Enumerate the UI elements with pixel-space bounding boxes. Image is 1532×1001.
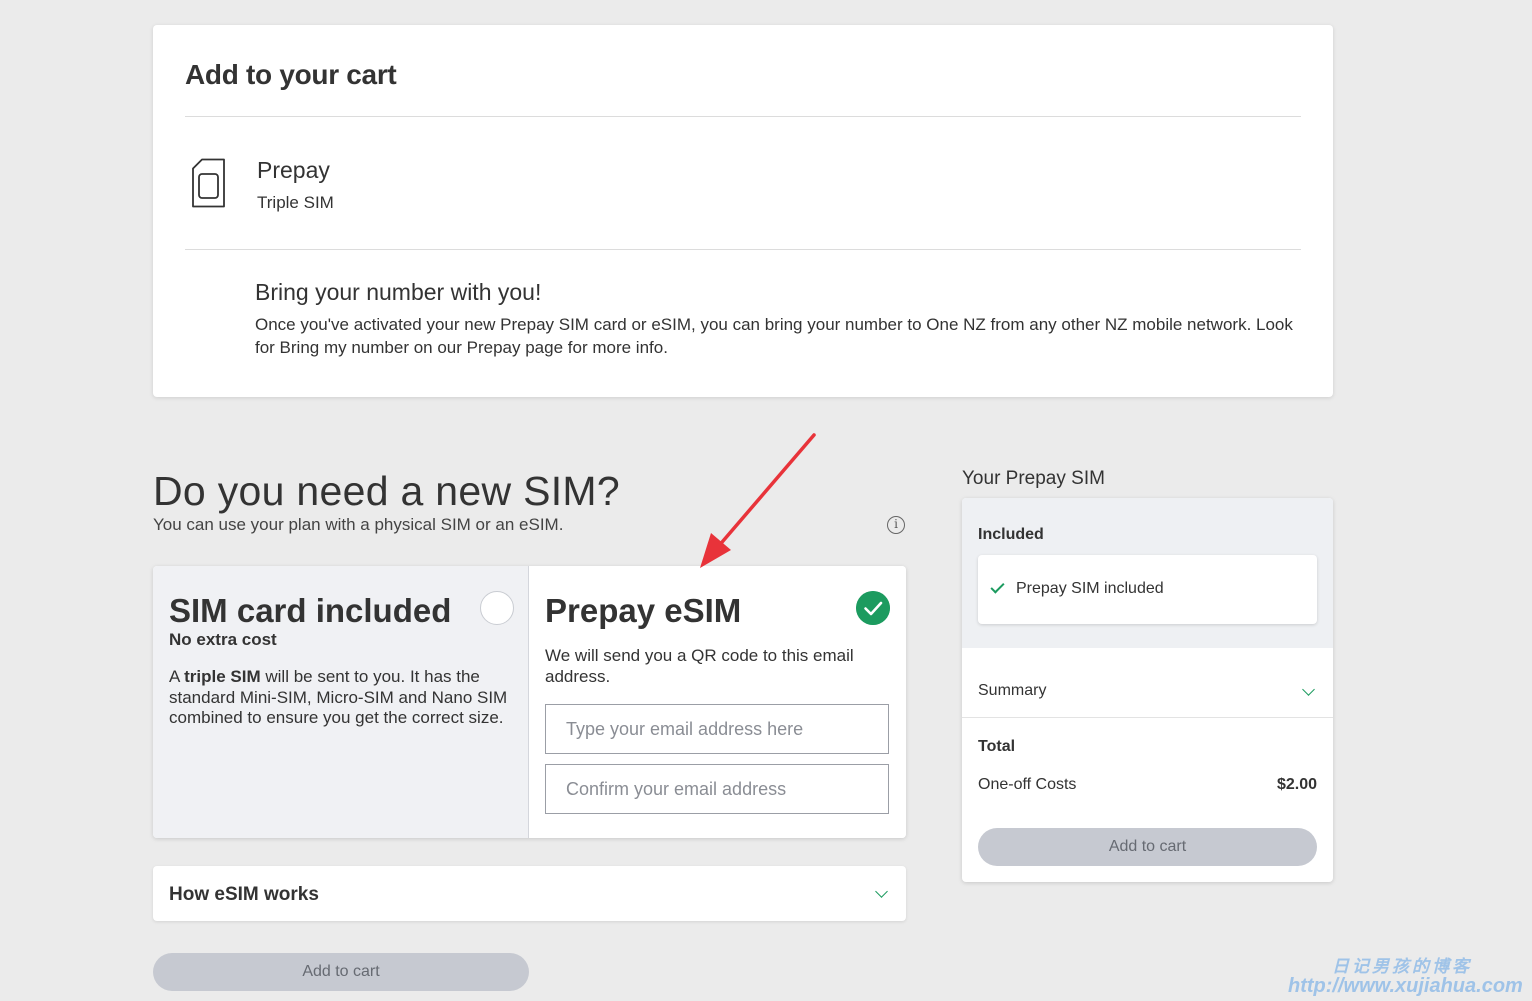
one-off-costs-value: $2.00: [1276, 776, 1317, 793]
how-esim-works-accordion[interactable]: How eSIM works: [153, 866, 906, 921]
sim-options: SIM card included No extra cost A triple…: [153, 566, 906, 838]
divider: [185, 249, 1301, 250]
sidebar-card: Included Prepay SIM included Summary Tot…: [962, 498, 1333, 882]
check-icon: [990, 579, 1005, 594]
option-sim-card-cost: No extra cost: [169, 630, 277, 649]
option-sim-card[interactable]: SIM card included No extra cost A triple…: [153, 566, 529, 838]
divider: [185, 116, 1301, 117]
watermark-url: http://www.xujiahua.com: [1288, 975, 1523, 997]
included-section: Included Prepay SIM included: [962, 498, 1333, 648]
cart-card: Add to your cart Prepay Triple SIM Bring…: [153, 25, 1333, 397]
email-input[interactable]: [545, 704, 889, 754]
how-esim-works-label: How eSIM works: [169, 884, 319, 905]
sim-question-subtitle: You can use your plan with a physical SI…: [153, 515, 564, 534]
plan-subtitle: Triple SIM: [257, 193, 334, 212]
bring-number-title: Bring your number with you!: [255, 279, 542, 305]
total-label: Total: [978, 738, 1016, 755]
confirm-email-input[interactable]: [545, 764, 889, 814]
sim-question-title: Do you need a new SIM?: [153, 468, 620, 514]
sidebar-add-to-cart-button[interactable]: Add to cart: [978, 828, 1317, 866]
triple-sim-emphasis: triple SIM: [184, 667, 261, 686]
summary-toggle[interactable]: Summary: [978, 682, 1046, 700]
included-item-box: Prepay SIM included: [978, 555, 1317, 624]
sidebar-title: Your Prepay SIM: [962, 468, 1105, 489]
option-sim-card-title: SIM card included: [169, 592, 452, 629]
bring-number-text: Once you've activated your new Prepay SI…: [255, 315, 1293, 357]
info-icon[interactable]: i: [887, 516, 905, 534]
chevron-down-icon[interactable]: [1302, 683, 1315, 696]
sim-card-icon: [192, 158, 225, 208]
cart-title: Add to your cart: [185, 59, 397, 90]
chevron-down-icon[interactable]: [875, 885, 888, 898]
watermark-title: 日记男孩的博客: [1332, 957, 1472, 976]
option-esim-title: Prepay eSIM: [545, 592, 742, 629]
included-item-label: Prepay SIM included: [1016, 580, 1164, 597]
selected-check-icon[interactable]: [856, 591, 890, 625]
divider: [962, 717, 1333, 718]
option-esim[interactable]: Prepay eSIM We will send you a QR code t…: [529, 566, 906, 838]
included-label: Included: [978, 526, 1044, 543]
plan-name: Prepay: [257, 157, 330, 183]
annotation-arrow-icon: [700, 433, 816, 568]
one-off-costs-label: One-off Costs: [978, 776, 1077, 793]
option-sim-card-description: A triple SIM will be sent to you. It has…: [169, 667, 508, 727]
sim-card-radio[interactable]: [480, 591, 514, 625]
add-to-cart-button[interactable]: Add to cart: [153, 953, 529, 991]
option-esim-description: We will send you a QR code to this email…: [545, 646, 854, 686]
